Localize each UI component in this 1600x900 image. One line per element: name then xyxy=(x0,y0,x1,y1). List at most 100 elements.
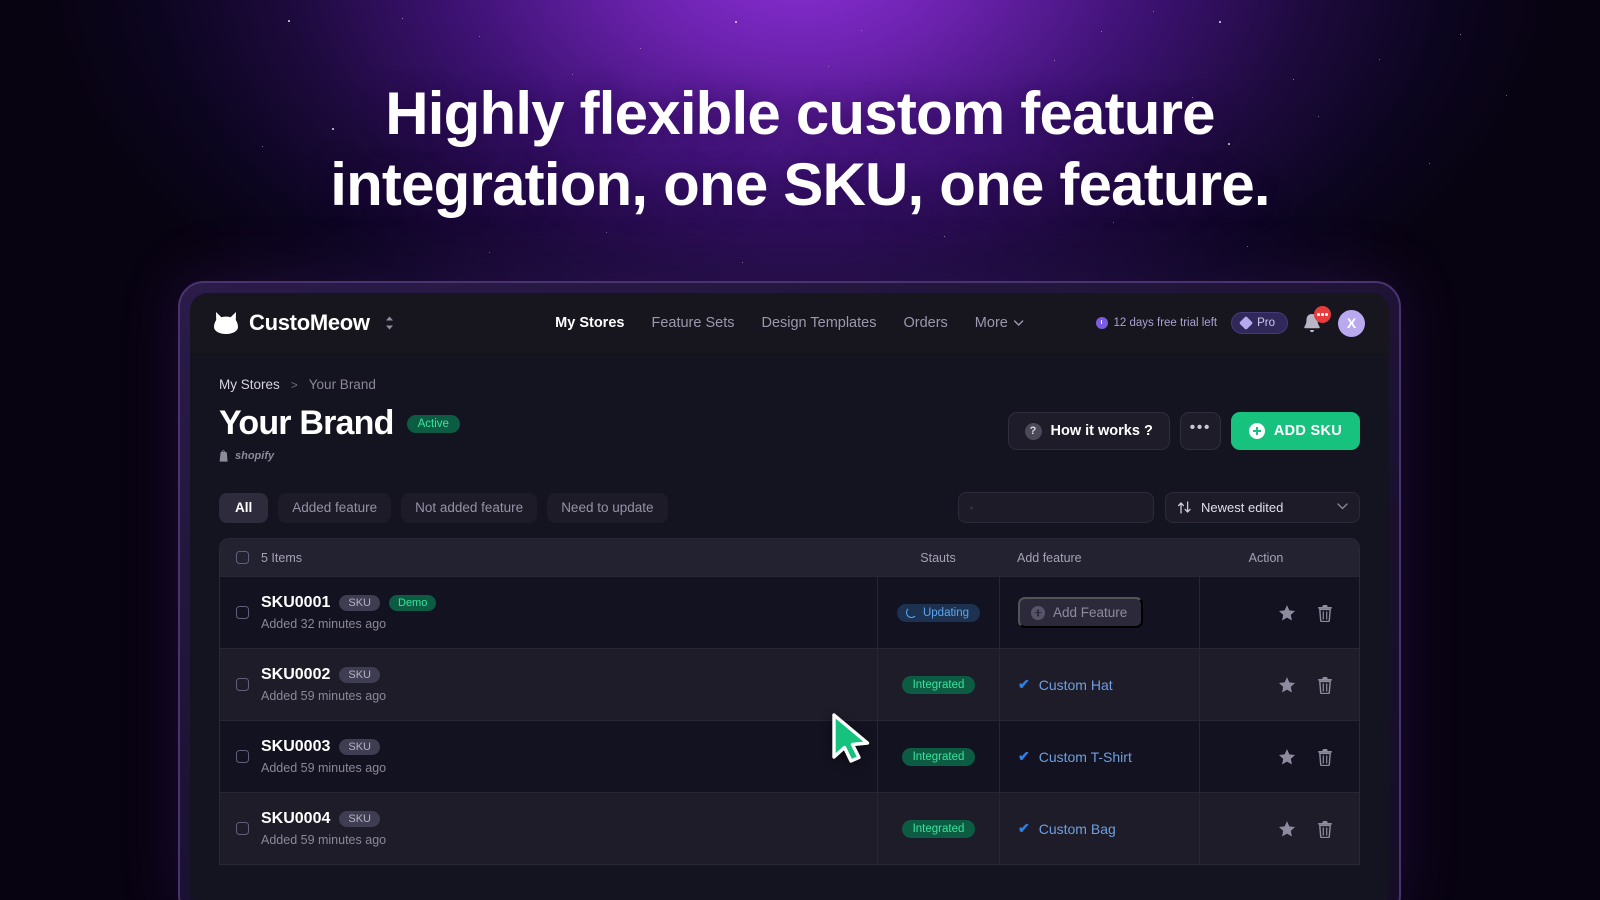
search-input[interactable] xyxy=(981,500,1142,515)
star xyxy=(572,74,574,76)
nav-item-more[interactable]: More xyxy=(975,315,1024,331)
notifications-button[interactable] xyxy=(1302,306,1331,334)
status-badge-integrated: Integrated xyxy=(901,819,976,838)
nav-item-design-templates[interactable]: Design Templates xyxy=(761,315,876,331)
chevron-updown-icon[interactable] xyxy=(385,316,394,330)
row-checkbox[interactable] xyxy=(236,678,249,691)
filter-chip-not-added-feature[interactable]: Not added feature xyxy=(401,492,538,523)
row-checkbox[interactable] xyxy=(236,750,249,763)
sku-added-time: Added 59 minutes ago xyxy=(261,833,387,847)
sku-added-time: Added 59 minutes ago xyxy=(261,761,387,775)
nav-item-feature-sets[interactable]: Feature Sets xyxy=(651,315,734,331)
row-feature-cell: Add Feature xyxy=(999,577,1199,648)
how-it-works-button[interactable]: ? How it works ? xyxy=(1007,412,1170,450)
table-row[interactable]: SKU0004 SKU Added 59 minutes ago Integra… xyxy=(220,792,1359,864)
add-sku-button[interactable]: ADD SKU xyxy=(1230,412,1360,450)
row-status-cell: Integrated xyxy=(877,721,999,792)
table-row[interactable]: SKU0001 SKU Demo Added 32 minutes ago Up… xyxy=(220,576,1359,648)
star xyxy=(828,66,829,67)
row-main-cell: SKU0003 SKU Added 59 minutes ago xyxy=(220,721,877,792)
feature-name: Custom Hat xyxy=(1038,676,1113,693)
star-icon[interactable] xyxy=(1278,820,1296,838)
row-feature-cell: ✔ Custom Hat xyxy=(999,649,1199,720)
row-action-cell xyxy=(1199,577,1359,648)
trash-icon[interactable] xyxy=(1317,820,1333,838)
filter-chips: All Added feature Not added feature Need… xyxy=(219,492,668,523)
filter-chip-all[interactable]: All xyxy=(219,492,269,523)
table-header-items-label: 5 Items xyxy=(261,550,302,565)
avatar[interactable]: X xyxy=(1338,309,1365,337)
row-feature-cell: ✔ Custom Bag xyxy=(999,793,1199,864)
breadcrumb-parent[interactable]: My Stores xyxy=(219,377,280,392)
sku-line: SKU0003 SKU xyxy=(261,738,386,756)
star-icon[interactable] xyxy=(1278,676,1296,694)
nav-item-more-label: More xyxy=(974,315,1008,331)
app-screen: CustoMeow My Stores Feature Sets Design … xyxy=(190,293,1389,900)
app-content: My Stores > Your Brand Your Brand Active xyxy=(190,353,1389,865)
filter-chip-added-feature[interactable]: Added feature xyxy=(278,492,392,523)
table-header-items: 5 Items xyxy=(220,551,877,565)
nav-item-orders[interactable]: Orders xyxy=(903,315,947,331)
feature-link[interactable]: ✔ Custom T-Shirt xyxy=(1018,748,1132,765)
brand-block[interactable]: CustoMeow xyxy=(214,310,394,336)
search-box[interactable] xyxy=(958,492,1154,523)
sort-arrows-icon xyxy=(1177,501,1192,514)
status-badge-integrated: Integrated xyxy=(901,675,976,694)
table-header-row: 5 Items Stauts Add feature Action xyxy=(220,539,1359,576)
sku-id: SKU0003 xyxy=(261,738,331,755)
table-row[interactable]: SKU0002 SKU Added 59 minutes ago Integra… xyxy=(220,648,1359,720)
how-it-works-label: How it works ? xyxy=(1050,423,1153,439)
check-icon: ✔ xyxy=(1018,748,1030,764)
page-header-actions: ? How it works ? ••• ADD SKU xyxy=(1007,404,1360,450)
star-icon[interactable] xyxy=(1278,604,1296,622)
feature-link[interactable]: ✔ Custom Bag xyxy=(1018,820,1116,837)
chevron-down-icon xyxy=(1337,502,1348,513)
filter-chip-need-to-update[interactable]: Need to update xyxy=(547,492,668,523)
table-header-feature: Add feature xyxy=(1017,550,1082,565)
trash-icon[interactable] xyxy=(1317,676,1333,694)
row-checkbox[interactable] xyxy=(236,606,249,619)
nav-item-my-stores[interactable]: My Stores xyxy=(555,315,624,331)
row-main-cell: SKU0002 SKU Added 59 minutes ago xyxy=(220,649,877,720)
table-row[interactable]: SKU0003 SKU Added 59 minutes ago Integra… xyxy=(220,720,1359,792)
check-icon: ✔ xyxy=(1018,820,1030,836)
question-icon: ? xyxy=(1024,422,1042,440)
sku-id: SKU0001 xyxy=(261,594,331,611)
page-root: Highly flexible custom feature integrati… xyxy=(0,0,1600,900)
row-feature-cell: ✔ Custom T-Shirt xyxy=(999,721,1199,792)
add-feature-button[interactable]: Add Feature xyxy=(1018,597,1144,628)
platform-label: shopify xyxy=(219,450,460,462)
star-icon[interactable] xyxy=(1278,748,1296,766)
check-icon: ✔ xyxy=(1018,676,1030,692)
select-all-checkbox[interactable] xyxy=(236,551,249,564)
breadcrumb: My Stores > Your Brand xyxy=(219,377,1360,392)
hero-headline: Highly flexible custom feature integrati… xyxy=(0,78,1600,220)
star xyxy=(1101,31,1103,33)
feature-link[interactable]: ✔ Custom Hat xyxy=(1018,676,1113,693)
star xyxy=(944,236,946,238)
plan-badge-label: Pro xyxy=(1257,317,1275,329)
star xyxy=(1153,11,1155,13)
platform-name: shopify xyxy=(235,450,275,462)
nav-right-group: 12 days free trial left Pro X xyxy=(1095,306,1365,337)
sku-tag: SKU xyxy=(339,667,380,683)
trash-icon[interactable] xyxy=(1317,604,1333,622)
row-action-cell xyxy=(1199,649,1359,720)
sku-block: SKU0002 SKU Added 59 minutes ago xyxy=(261,666,386,703)
page-title: Your Brand xyxy=(219,404,394,442)
star xyxy=(288,20,290,22)
row-status-cell: Integrated xyxy=(877,793,999,864)
diamond-icon xyxy=(1239,315,1254,331)
plus-icon xyxy=(1248,423,1265,439)
plan-badge-pro[interactable]: Pro xyxy=(1231,312,1288,334)
sort-select[interactable]: Newest edited xyxy=(1165,492,1360,523)
status-badge: Active xyxy=(406,414,460,433)
row-checkbox[interactable] xyxy=(236,822,249,835)
trash-icon[interactable] xyxy=(1317,748,1333,766)
more-actions-button[interactable]: ••• xyxy=(1179,412,1221,450)
star xyxy=(402,18,404,20)
app-top-nav: CustoMeow My Stores Feature Sets Design … xyxy=(190,293,1389,353)
row-main-cell: SKU0004 SKU Added 59 minutes ago xyxy=(220,793,877,864)
row-status-cell: Integrated xyxy=(877,649,999,720)
status-badge-updating: Updating xyxy=(896,603,981,622)
